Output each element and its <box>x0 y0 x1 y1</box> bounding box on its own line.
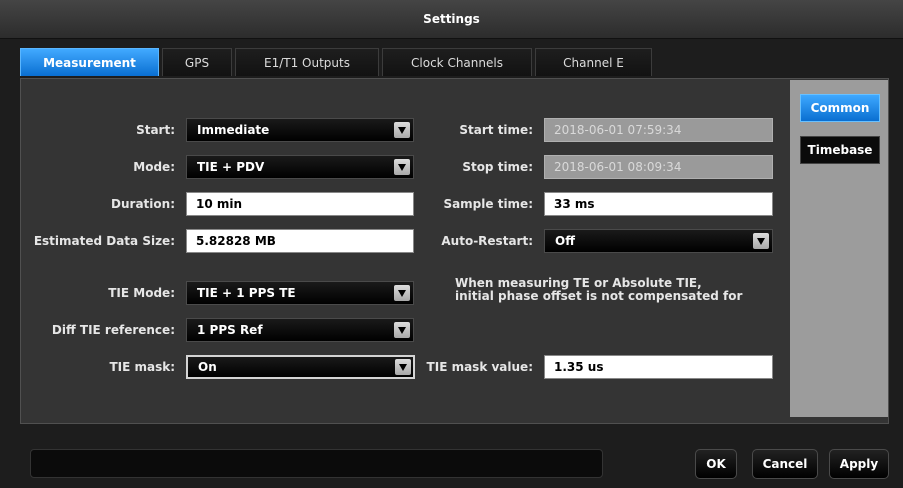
tab-measurement[interactable]: Measurement <box>20 48 159 76</box>
stop-time-field: 2018-06-01 08:09:34 <box>544 155 773 179</box>
dropdown-arrow-icon <box>394 322 410 338</box>
tab-bar: Measurement GPS E1/T1 Outputs Clock Chan… <box>20 48 655 78</box>
dropdown-arrow-icon <box>753 233 769 249</box>
diff-tie-reference-label: Diff TIE reference: <box>51 323 175 337</box>
note-line-2: initial phase offset is not compensated … <box>455 289 743 303</box>
diff-tie-reference-value: 1 PPS Ref <box>197 323 263 337</box>
common-button[interactable]: Common <box>800 94 880 122</box>
cancel-button[interactable]: Cancel <box>752 449 818 479</box>
tie-mask-label: TIE mask: <box>109 360 175 374</box>
mode-label: Mode: <box>133 160 175 174</box>
ok-button[interactable]: OK <box>695 449 737 479</box>
phase-offset-note: When measuring TE or Absolute TIE, initi… <box>455 277 775 303</box>
side-panel <box>790 80 888 417</box>
title-bar: Settings <box>0 0 903 39</box>
tie-mode-value: TIE + 1 PPS TE <box>197 286 296 300</box>
dropdown-arrow-icon <box>395 359 411 375</box>
dropdown-arrow-icon <box>394 122 410 138</box>
window-title: Settings <box>423 12 480 26</box>
sample-time-label: Sample time: <box>443 197 533 211</box>
apply-button[interactable]: Apply <box>829 449 889 479</box>
tab-e1-t1-outputs[interactable]: E1/T1 Outputs <box>235 48 379 76</box>
tab-clock-channels[interactable]: Clock Channels <box>382 48 532 76</box>
tie-mask-value: On <box>198 360 217 374</box>
tie-mask-value-input[interactable]: 1.35 us <box>544 355 773 379</box>
auto-restart-label: Auto-Restart: <box>441 234 533 248</box>
timebase-button[interactable]: Timebase <box>800 136 880 164</box>
tie-mask-dropdown[interactable]: On <box>186 355 415 379</box>
duration-label: Duration: <box>111 197 175 211</box>
start-time-field: 2018-06-01 07:59:34 <box>544 118 773 142</box>
mode-value: TIE + PDV <box>197 160 265 174</box>
stop-time-label: Stop time: <box>462 160 533 174</box>
diff-tie-reference-dropdown[interactable]: 1 PPS Ref <box>186 318 414 342</box>
start-dropdown[interactable]: Immediate <box>186 118 414 142</box>
auto-restart-value: Off <box>555 234 575 248</box>
tie-mode-dropdown[interactable]: TIE + 1 PPS TE <box>186 281 414 305</box>
tab-channel-e[interactable]: Channel E <box>535 48 652 76</box>
dropdown-arrow-icon <box>394 159 410 175</box>
data-size-label: Estimated Data Size: <box>33 234 175 248</box>
data-size-field: 5.82828 MB <box>186 229 414 253</box>
start-time-label: Start time: <box>459 123 533 137</box>
start-value: Immediate <box>197 123 270 137</box>
tie-mode-label: TIE Mode: <box>108 286 175 300</box>
tie-mask-value-label: TIE mask value: <box>426 360 533 374</box>
duration-input[interactable]: 10 min <box>186 192 414 216</box>
status-bar <box>30 449 603 478</box>
auto-restart-dropdown[interactable]: Off <box>544 229 773 253</box>
sample-time-input[interactable]: 33 ms <box>544 192 773 216</box>
start-label: Start: <box>136 123 175 137</box>
dropdown-arrow-icon <box>394 285 410 301</box>
mode-dropdown[interactable]: TIE + PDV <box>186 155 414 179</box>
tab-gps[interactable]: GPS <box>162 48 232 76</box>
